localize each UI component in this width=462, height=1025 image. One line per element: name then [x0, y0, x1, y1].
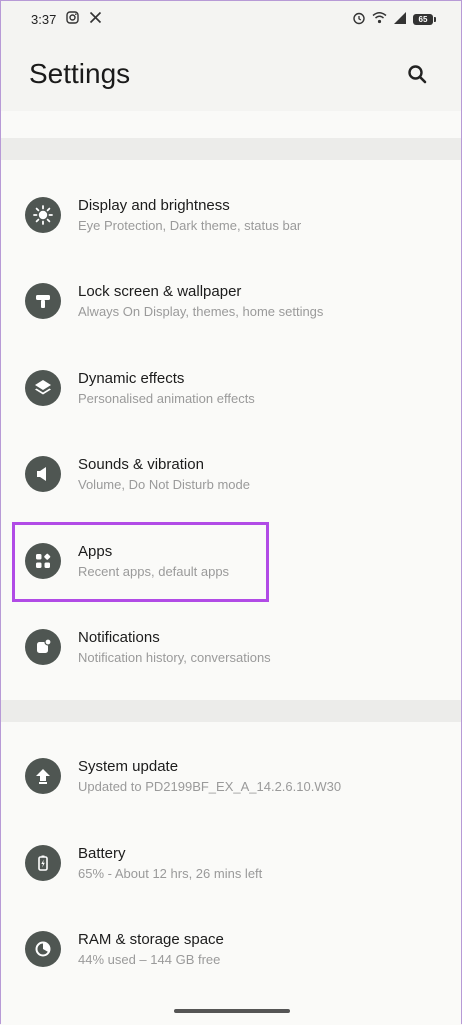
item-title: Dynamic effects — [78, 369, 185, 387]
speaker-icon — [25, 456, 61, 492]
wifi-icon — [372, 11, 387, 27]
item-title: System update — [78, 757, 179, 775]
update-icon — [25, 758, 61, 794]
settings-item-sounds[interactable]: Sounds & vibration Volume, Do Not Distur… — [1, 431, 461, 517]
instagram-icon — [66, 11, 80, 27]
search-icon — [408, 65, 427, 84]
item-subtitle: Always On Display, themes, home settings — [78, 303, 324, 319]
notification-icon — [25, 629, 61, 665]
item-subtitle: Updated to PD2199BF_EX_A_14.2.6.10.W30 — [78, 778, 342, 794]
settings-item-apps[interactable]: Apps Recent apps, default apps — [1, 518, 461, 604]
brightness-icon — [25, 197, 61, 233]
settings-item-display[interactable]: Display and brightness Eye Protection, D… — [1, 172, 461, 258]
item-subtitle: 44% used – 144 GB free — [78, 951, 221, 967]
settings-item-battery[interactable]: Battery 65% - About 12 hrs, 26 mins left — [1, 820, 461, 906]
layers-icon — [25, 370, 61, 406]
item-subtitle: Notification history, conversations — [78, 649, 271, 665]
item-title: Sounds & vibration — [78, 455, 204, 473]
item-subtitle: 65% - About 12 hrs, 26 mins left — [78, 865, 263, 881]
item-subtitle: Personalised animation effects — [78, 390, 255, 406]
item-title: Battery — [78, 844, 126, 862]
status-bar: 3:37 65 — [1, 1, 461, 37]
battery-icon — [25, 845, 61, 881]
x-icon — [89, 11, 102, 27]
section-gap — [1, 138, 461, 160]
alarm-icon — [352, 11, 366, 28]
section-divider — [1, 111, 461, 138]
item-title: Notifications — [78, 628, 160, 646]
item-subtitle: Volume, Do Not Disturb mode — [78, 476, 250, 492]
item-title: Display and brightness — [78, 196, 230, 214]
search-button[interactable] — [403, 60, 431, 88]
app-bar: Settings — [1, 37, 461, 111]
storage-icon — [25, 931, 61, 967]
page-title: Settings — [29, 58, 131, 89]
item-subtitle: Eye Protection, Dark theme, status bar — [78, 217, 302, 233]
battery-status-icon: 65 — [413, 13, 436, 25]
wallpaper-icon — [25, 283, 61, 319]
settings-item-lock-screen[interactable]: Lock screen & wallpaper Always On Displa… — [1, 258, 461, 344]
settings-item-dynamic-effects[interactable]: Dynamic effects Personalised animation e… — [1, 345, 461, 431]
item-title: RAM & storage space — [78, 930, 224, 948]
item-title: Apps — [78, 542, 113, 560]
settings-item-storage[interactable]: RAM & storage space 44% used – 144 GB fr… — [1, 906, 461, 992]
item-title: Lock screen & wallpaper — [78, 282, 242, 300]
settings-item-system-update[interactable]: System update Updated to PD2199BF_EX_A_1… — [1, 733, 461, 819]
item-subtitle: Recent apps, default apps — [78, 563, 230, 579]
apps-icon — [25, 543, 61, 579]
settings-item-notifications[interactable]: Notifications Notification history, conv… — [1, 604, 461, 690]
status-time: 3:37 — [31, 11, 57, 27]
home-indicator[interactable] — [174, 1009, 290, 1013]
section-gap — [1, 700, 461, 722]
signal-icon — [393, 11, 407, 27]
